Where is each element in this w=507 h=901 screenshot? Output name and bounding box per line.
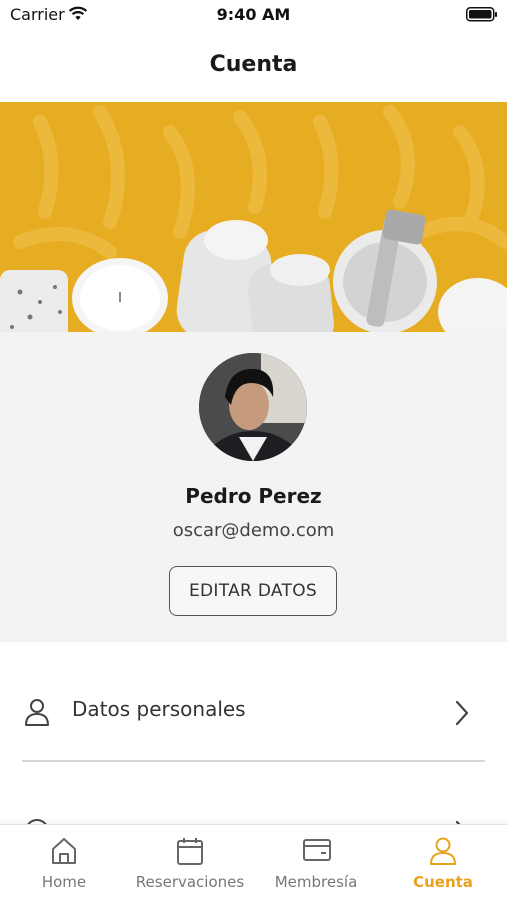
- menu-item-label: Datos personales: [72, 697, 246, 721]
- tab-membresia[interactable]: Membresía: [266, 825, 366, 901]
- tab-reservaciones[interactable]: Reservaciones: [126, 825, 254, 901]
- battery-icon: [466, 7, 497, 22]
- card-icon: [303, 839, 331, 861]
- tab-label: Cuenta: [413, 873, 473, 891]
- banner-image: [0, 102, 507, 332]
- status-time: 9:40 AM: [216, 5, 291, 24]
- divider: [22, 760, 485, 762]
- profile-name: Pedro Perez: [185, 484, 322, 508]
- chevron-right-icon: [455, 700, 469, 726]
- menu-item-datos-personales[interactable]: Datos personales: [0, 662, 507, 762]
- page-title: Cuenta: [209, 52, 298, 77]
- avatar-photo: [199, 353, 307, 461]
- home-icon: [52, 838, 76, 864]
- profile-section: Pedro Perez oscar@demo.com EDITAR DATOS: [0, 332, 507, 642]
- status-bar: Carrier 9:40 AM: [0, 0, 507, 30]
- tab-cuenta[interactable]: Cuenta: [393, 825, 493, 901]
- user-icon: [25, 699, 49, 726]
- avatar[interactable]: [199, 353, 307, 461]
- edit-profile-button[interactable]: EDITAR DATOS: [169, 566, 337, 616]
- banner-illustration: [0, 105, 507, 332]
- tab-bar: Home Reservaciones Membresía Cuenta: [0, 824, 507, 901]
- tab-home[interactable]: Home: [14, 825, 114, 901]
- nav-bar: Cuenta: [0, 30, 507, 102]
- calendar-icon: [177, 838, 203, 865]
- tab-label: Membresía: [274, 873, 358, 891]
- tab-label: Home: [41, 873, 87, 891]
- user-icon: [430, 837, 456, 865]
- tab-label: Reservaciones: [135, 873, 245, 891]
- profile-email: oscar@demo.com: [172, 520, 335, 541]
